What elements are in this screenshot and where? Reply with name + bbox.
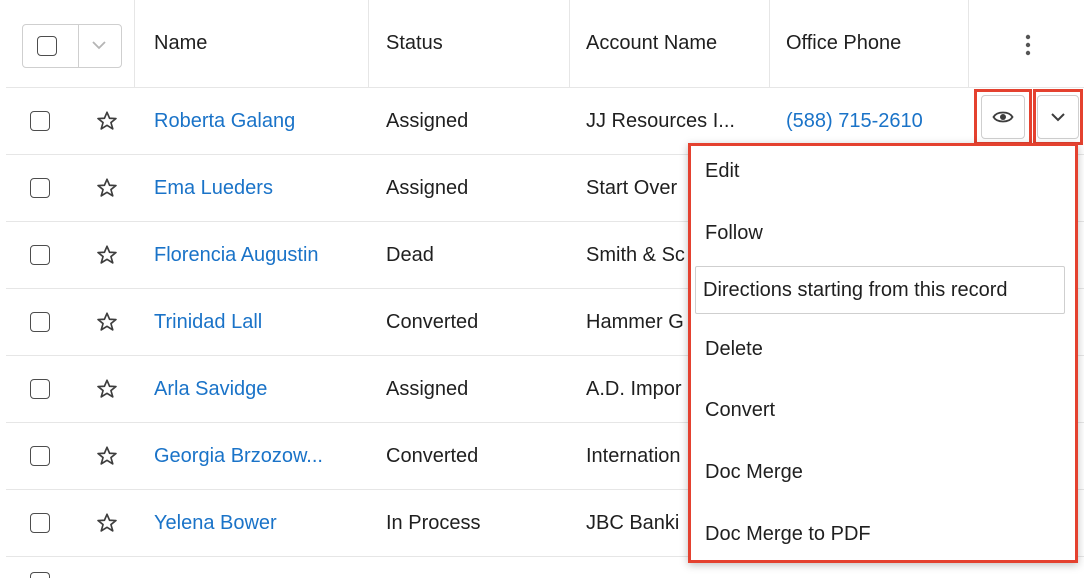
account-name-value[interactable]: A.D. Impor bbox=[586, 356, 686, 422]
divider bbox=[78, 25, 79, 67]
menu-item-edit[interactable]: Edit bbox=[705, 160, 739, 183]
chevron-down-icon bbox=[1051, 113, 1065, 122]
status-value: Assigned bbox=[386, 176, 469, 199]
table-header: Name Status Account Name Office Phone bbox=[6, 0, 1084, 88]
preview-button[interactable] bbox=[981, 95, 1025, 139]
record-name-link[interactable]: Trinidad Lall bbox=[154, 289, 364, 355]
row-actions-dropdown-button[interactable] bbox=[1037, 95, 1079, 139]
column-divider bbox=[134, 0, 135, 88]
row-checkbox[interactable] bbox=[30, 111, 50, 131]
record-name-link[interactable]: Yelena Bower bbox=[154, 490, 364, 556]
record-name-link[interactable]: Ema Lueders bbox=[154, 155, 364, 221]
favorite-star-icon[interactable] bbox=[96, 244, 118, 266]
row-checkbox[interactable] bbox=[30, 379, 50, 399]
row-checkbox[interactable] bbox=[30, 245, 50, 265]
column-divider bbox=[569, 0, 570, 88]
menu-item-convert[interactable]: Convert bbox=[705, 399, 775, 422]
row-checkbox[interactable] bbox=[30, 312, 50, 332]
account-name-value[interactable]: Smith & Sc bbox=[586, 222, 686, 288]
favorite-star-icon[interactable] bbox=[96, 110, 118, 132]
status-value: Assigned bbox=[386, 377, 469, 400]
menu-item-doc-merge[interactable]: Doc Merge bbox=[705, 461, 803, 484]
favorite-star-icon[interactable] bbox=[96, 512, 118, 534]
record-name-link[interactable]: Arla Savidge bbox=[154, 356, 364, 422]
status-value: Converted bbox=[386, 310, 479, 333]
account-name-value[interactable]: JBC Banki bbox=[586, 490, 686, 556]
row-checkbox[interactable] bbox=[30, 572, 50, 578]
column-header-status[interactable]: Status bbox=[386, 0, 566, 87]
column-header-office-phone[interactable]: Office Phone bbox=[786, 0, 966, 87]
vertical-ellipsis-icon[interactable] bbox=[1024, 34, 1032, 56]
row-checkbox[interactable] bbox=[30, 178, 50, 198]
actions-highlight bbox=[1033, 89, 1083, 145]
account-name-value[interactable]: Internation bbox=[586, 423, 686, 489]
column-divider bbox=[368, 0, 369, 88]
chevron-down-icon[interactable] bbox=[91, 39, 107, 51]
menu-item-directions[interactable]: Directions starting from this record bbox=[703, 279, 1008, 302]
favorite-star-icon[interactable] bbox=[96, 311, 118, 333]
account-name-value[interactable]: Start Over bbox=[586, 155, 686, 221]
status-value: In Process bbox=[386, 511, 481, 534]
menu-item-follow[interactable]: Follow bbox=[705, 222, 763, 245]
status-value: Dead bbox=[386, 243, 434, 266]
status-value: Converted bbox=[386, 444, 479, 467]
column-header-name[interactable]: Name bbox=[154, 0, 354, 87]
row-checkbox[interactable] bbox=[30, 513, 50, 533]
account-name-value[interactable]: Hammer G bbox=[586, 289, 686, 355]
mass-select-control[interactable] bbox=[22, 24, 122, 68]
record-name-link[interactable]: Roberta Galang bbox=[154, 88, 364, 154]
status-value: Assigned bbox=[386, 109, 469, 132]
eye-icon bbox=[992, 111, 1014, 123]
menu-item-doc-merge-pdf[interactable]: Doc Merge to PDF bbox=[705, 523, 871, 546]
select-all-checkbox[interactable] bbox=[37, 36, 57, 56]
column-header-account-name[interactable]: Account Name bbox=[586, 0, 766, 87]
column-divider bbox=[968, 0, 969, 88]
menu-item-delete[interactable]: Delete bbox=[705, 338, 763, 361]
favorite-star-icon[interactable] bbox=[96, 378, 118, 400]
row-checkbox[interactable] bbox=[30, 446, 50, 466]
favorite-star-icon[interactable] bbox=[96, 177, 118, 199]
column-divider bbox=[769, 0, 770, 88]
record-name-link[interactable]: Georgia Brzozow... bbox=[154, 423, 369, 489]
favorite-star-icon[interactable] bbox=[96, 445, 118, 467]
preview-highlight bbox=[974, 89, 1032, 145]
row-actions-menu: Edit Follow Directions starting from thi… bbox=[688, 143, 1078, 563]
record-name-link[interactable]: Florencia Augustin bbox=[154, 222, 369, 288]
